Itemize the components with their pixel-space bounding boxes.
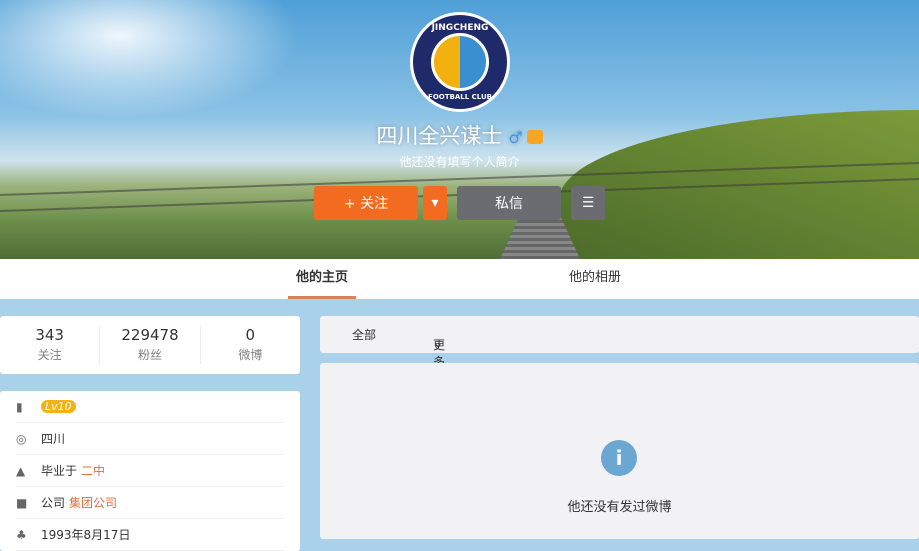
logo-text: JINGCHENG <box>431 23 489 33</box>
school-label: 毕业于 <box>41 464 78 478</box>
tab-album[interactable]: 他的相册 <box>569 259 621 299</box>
level-badge[interactable]: Lv10 <box>41 400 76 413</box>
chevron-down-icon: ⌄ <box>433 336 444 350</box>
hamburger-icon: ☰ <box>581 195 595 211</box>
male-icon: ♂ <box>508 128 523 147</box>
stats-card: 343 关注 229478 粉丝 0 微博 <box>0 316 300 374</box>
profile-bio: 他还没有填写个人简介 <box>399 155 520 169</box>
cover-banner: JINGCHENG FOOTBALL CLUB 四川全兴谋士 ♂ 他还没有填写个人… <box>0 0 919 259</box>
stat-posts[interactable]: 0 微博 <box>201 326 300 364</box>
feed-filter-bar: 全部 更多 ⌄ <box>320 316 919 369</box>
location-icon: ◎ <box>16 431 27 446</box>
graduation-cap-icon: ▲ <box>16 463 26 478</box>
birthday-text: 1993年8月17日 <box>41 528 131 542</box>
company-label: 公司 <box>41 496 66 510</box>
tab-home[interactable]: 他的主页 <box>288 259 356 299</box>
follow-button[interactable]: + 关注 <box>314 186 418 220</box>
school-link[interactable]: 二中 <box>81 462 105 479</box>
info-icon: i <box>601 440 637 476</box>
message-button[interactable]: 私信 <box>457 186 561 220</box>
location-text: 四川 <box>41 432 66 446</box>
follow-dropdown-button[interactable]: ▾ <box>423 186 447 220</box>
avatar[interactable]: JINGCHENG FOOTBALL CLUB <box>410 12 510 112</box>
bookmark-icon: ▮ <box>16 399 23 414</box>
birthday-icon: ♣ <box>16 527 27 542</box>
caret-down-icon: ▾ <box>431 195 439 211</box>
more-menu-button[interactable]: ☰ <box>571 186 605 220</box>
logo-text: FOOTBALL CLUB <box>428 93 492 101</box>
stat-following[interactable]: 343 关注 <box>0 326 101 364</box>
stat-followers[interactable]: 229478 粉丝 <box>100 326 201 364</box>
profile-name: 四川全兴谋士 ♂ <box>0 120 919 150</box>
filter-all[interactable]: 全部 <box>352 326 376 343</box>
profile-tabs: 他的主页 他的相册 <box>0 259 919 299</box>
briefcase-icon: ■ <box>16 495 28 510</box>
vip-badge-icon[interactable] <box>526 130 543 144</box>
company-link[interactable]: 集团公司 <box>69 494 117 511</box>
feed-panel: i 他还没有发过微博 <box>320 363 919 539</box>
empty-feed-message: 他还没有发过微博 <box>567 500 672 515</box>
info-card: ▮ Lv10 ◎ 四川 ▲ 毕业于 二中 ■ 公司 集团公司 ♣ 1993年8月17日 <box>0 391 300 551</box>
